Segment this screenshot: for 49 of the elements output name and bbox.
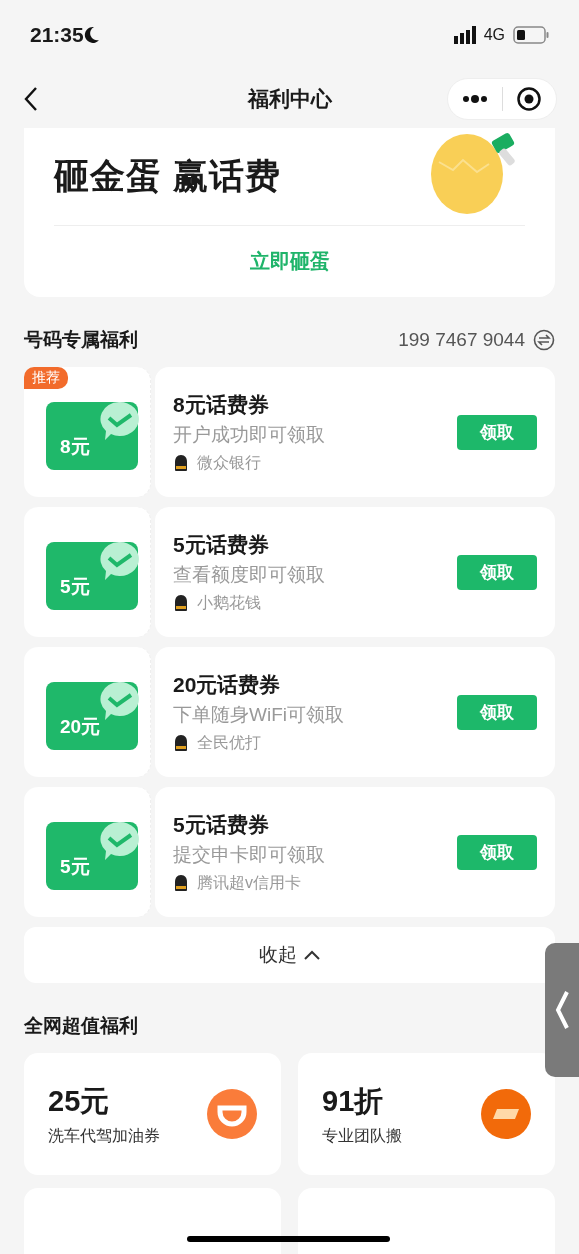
coupon-condition: 开户成功即可领取 (173, 422, 326, 447)
caret-up-icon (302, 949, 321, 961)
network-label: 4G (483, 26, 505, 44)
banner-title: 砸金蛋 赢话费 (54, 155, 282, 197)
coupon-condition: 查看额度即可领取 (173, 562, 326, 587)
provider-name: 全民优打 (197, 732, 261, 753)
coupon-ticket-icon: 20元 (46, 682, 138, 750)
coupon-condition: 提交申卡即可领取 (173, 842, 326, 867)
provider-logo-icon (173, 594, 189, 612)
coupon-ticket-icon: 5元 (46, 542, 138, 610)
smile-logo-icon (207, 1089, 257, 1139)
coupon-ticket-icon: 8元 (46, 402, 138, 470)
provider-logo-icon (173, 454, 189, 472)
status-time: 21:35 (30, 23, 84, 47)
coupon-title: 5元话费券 (173, 531, 270, 558)
smash-egg-button[interactable]: 立即砸蛋 (249, 226, 330, 297)
phone-number: 199 7467 9044 (398, 329, 525, 351)
side-drawer-tab[interactable] (545, 943, 579, 1077)
recommend-tag: 推荐 (24, 367, 68, 389)
section-title: 号码专属福利 (24, 328, 139, 352)
provider-name: 小鹅花钱 (197, 592, 261, 613)
moon-icon (83, 26, 100, 44)
coupon-title: 20元话费券 (173, 671, 282, 698)
claim-button[interactable]: 领取 (457, 554, 537, 590)
page-title: 福利中心 (247, 86, 332, 112)
provider-name: 腾讯超v信用卡 (197, 872, 301, 893)
deal-value: 25元 (48, 1083, 111, 1119)
provider-name: 微众银行 (197, 452, 261, 473)
coupon-title: 8元话费券 (173, 391, 270, 418)
coupon-title: 5元话费券 (173, 811, 270, 838)
claim-button[interactable]: 领取 (457, 834, 537, 870)
chevron-left-icon (555, 990, 569, 1030)
deal-description: 专业团队搬 (322, 1125, 403, 1146)
switch-icon[interactable] (533, 329, 555, 351)
provider-logo-icon (173, 734, 189, 752)
close-icon (516, 86, 543, 112)
more-icon (461, 94, 488, 104)
deal-description: 洗车代驾加油券 (48, 1125, 161, 1146)
battery-icon (513, 26, 549, 44)
deal-value: 91折 (322, 1083, 385, 1119)
claim-button[interactable]: 领取 (457, 694, 537, 730)
coupon-condition: 下单随身WiFi可领取 (173, 702, 345, 727)
section-title: 全网超值福利 (24, 1015, 138, 1036)
collapse-button[interactable]: 收起 (24, 927, 555, 983)
brand-logo-icon (481, 1089, 531, 1139)
signal-icon (453, 26, 478, 44)
coupon-ticket-icon: 5元 (46, 822, 138, 890)
provider-logo-icon (173, 874, 189, 892)
claim-button[interactable]: 领取 (457, 414, 537, 450)
